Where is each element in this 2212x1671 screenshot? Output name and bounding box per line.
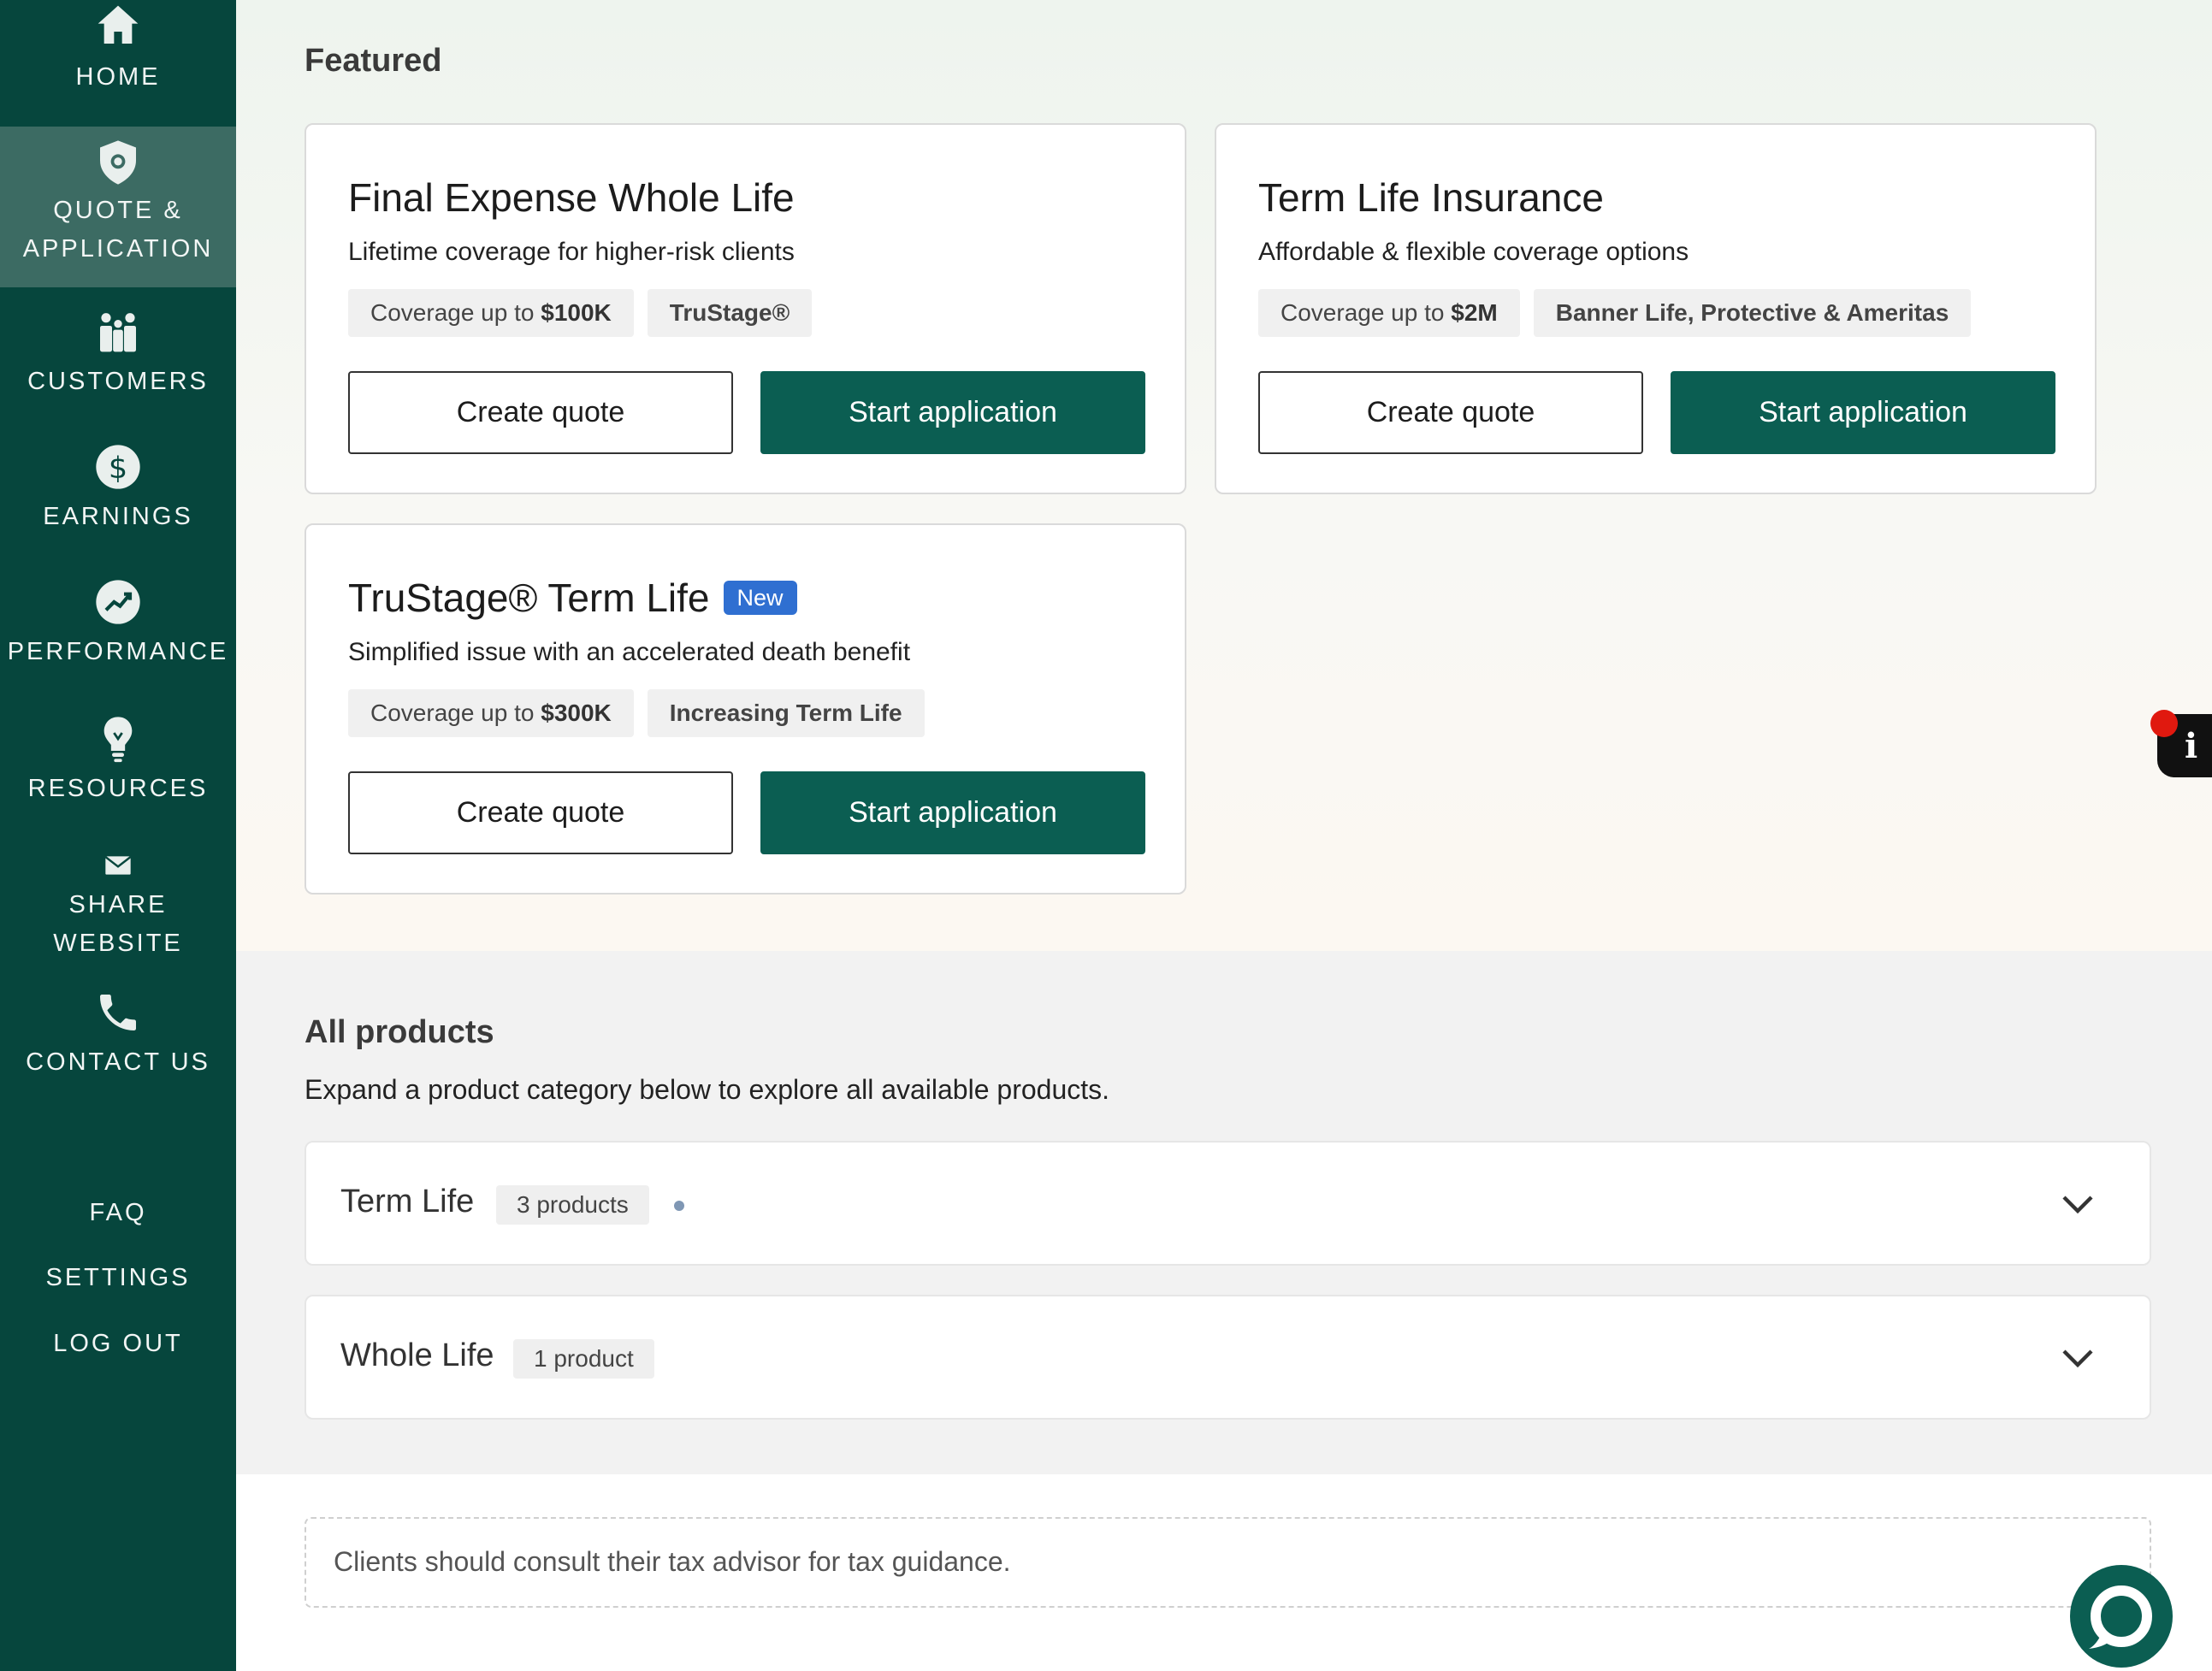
sidebar-item-label: CONTACT US (26, 1048, 210, 1076)
card-description: Simplified issue with an accelerated dea… (348, 638, 911, 666)
sidebar-item-label: SHARE WEBSITE (53, 891, 183, 957)
sidebar-item-performance[interactable]: PERFORMANCE (0, 578, 236, 689)
card-description: Affordable & flexible coverage options (1258, 238, 1689, 266)
coverage-tag: Coverage up to $2M (1258, 289, 1520, 337)
sidebar-item-label: PERFORMANCE (7, 638, 229, 665)
card-title-text: TruStage® Term Life (348, 576, 710, 620)
card-title: Final Expense Whole Life (348, 174, 795, 221)
indicator-dot (674, 1201, 684, 1211)
info-icon: i (2185, 726, 2198, 766)
lightbulb-icon (104, 717, 133, 763)
all-products-subtitle: Expand a product category below to explo… (305, 1074, 1110, 1105)
all-products-heading: All products (305, 1014, 494, 1050)
sidebar-nav: HOME QUOTE & APPLICATION CUSTOMERS $ EAR… (0, 0, 236, 1671)
card-tags: Coverage up to $2M Banner Life, Protecti… (1258, 289, 1972, 337)
product-card-term-life-insurance: Term Life Insurance Affordable & flexibl… (1215, 123, 2097, 494)
coverage-amount: $300K (541, 700, 612, 726)
coverage-prefix: Coverage up to (370, 299, 541, 326)
product-count-badge: 1 product (513, 1339, 654, 1379)
disclaimer-text: Clients should consult their tax advisor… (334, 1546, 1011, 1577)
accordion-term-life[interactable]: Term Life 3 products (305, 1141, 2151, 1266)
featured-heading: Featured (305, 43, 442, 79)
card-description: Lifetime coverage for higher-risk client… (348, 238, 795, 266)
create-quote-button[interactable]: Create quote (1258, 371, 1643, 454)
log-out-link[interactable]: LOG OUT (0, 1326, 236, 1361)
product-card-final-expense: Final Expense Whole Life Lifetime covera… (305, 123, 1186, 494)
start-application-button[interactable]: Start application (760, 371, 1145, 454)
carrier-tag: Increasing Term Life (647, 689, 925, 737)
sidebar-item-earnings[interactable]: $ EARNINGS (0, 443, 236, 554)
sidebar-item-home[interactable]: HOME (0, 0, 236, 127)
coverage-tag: Coverage up to $300K (348, 689, 634, 737)
svg-text:$: $ (109, 452, 127, 486)
sidebar-item-customers[interactable]: CUSTOMERS (0, 308, 236, 419)
sidebar-item-label: EARNINGS (43, 503, 193, 530)
coverage-prefix: Coverage up to (370, 700, 541, 726)
card-title: TruStage® Term Life New (348, 575, 797, 621)
settings-link[interactable]: SETTINGS (0, 1261, 236, 1295)
trend-up-icon (96, 580, 140, 624)
tax-disclaimer: Clients should consult their tax advisor… (305, 1517, 2151, 1608)
phone-icon (100, 995, 136, 1030)
create-quote-button[interactable]: Create quote (348, 371, 733, 454)
sidebar-item-label: HOME (75, 63, 161, 91)
sidebar-item-quote-application[interactable]: QUOTE & APPLICATION (0, 127, 236, 287)
coverage-tag: Coverage up to $100K (348, 289, 634, 337)
dollar-icon: $ (96, 445, 140, 489)
home-icon (98, 5, 139, 44)
card-title: Term Life Insurance (1258, 174, 1604, 221)
accordion-title: Term Life (340, 1184, 475, 1219)
coverage-amount: $2M (1451, 299, 1498, 326)
envelope-icon (104, 856, 132, 875)
product-card-trustage-term-life: TruStage® Term Life New Simplified issue… (305, 523, 1186, 895)
chat-logo-icon (2089, 1585, 2152, 1649)
card-tags: Coverage up to $100K TruStage® (348, 289, 813, 337)
start-application-button[interactable]: Start application (760, 771, 1145, 854)
notification-dot (2150, 710, 2178, 737)
chevron-down-icon[interactable] (2057, 1184, 2098, 1225)
chevron-down-icon[interactable] (2057, 1337, 2098, 1379)
card-title-text: Term Life Insurance (1258, 175, 1604, 220)
accordion-title: Whole Life (340, 1337, 494, 1373)
sidebar-item-label: CUSTOMERS (27, 368, 209, 395)
sidebar-item-contact-us[interactable]: CONTACT US (0, 989, 236, 1100)
new-badge: New (723, 581, 797, 615)
start-application-button[interactable]: Start application (1671, 371, 2055, 454)
carrier-tag: Banner Life, Protective & Ameritas (1533, 289, 1972, 337)
chat-launcher-button[interactable] (2070, 1565, 2173, 1668)
shield-icon (100, 140, 136, 185)
card-tags: Coverage up to $300K Increasing Term Lif… (348, 689, 925, 737)
card-title-text: Final Expense Whole Life (348, 175, 795, 220)
faq-link[interactable]: FAQ (0, 1196, 236, 1230)
sidebar-item-share-website[interactable]: SHARE WEBSITE (0, 852, 236, 963)
sidebar-item-label: RESOURCES (27, 775, 209, 802)
coverage-prefix: Coverage up to (1280, 299, 1452, 326)
people-icon (100, 313, 136, 352)
create-quote-button[interactable]: Create quote (348, 771, 733, 854)
sidebar-item-label: QUOTE & APPLICATION (22, 197, 214, 263)
carrier-tag: TruStage® (647, 289, 813, 337)
product-count-badge: 3 products (496, 1185, 649, 1225)
accordion-whole-life[interactable]: Whole Life 1 product (305, 1295, 2151, 1420)
coverage-amount: $100K (541, 299, 612, 326)
sidebar-item-resources[interactable]: RESOURCES (0, 715, 236, 826)
